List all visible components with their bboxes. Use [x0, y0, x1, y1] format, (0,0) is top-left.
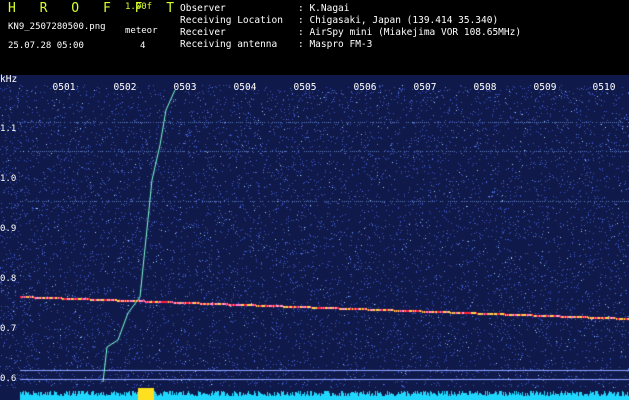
meta-value: : Maspro FM-3 [298, 39, 373, 50]
meta-key: Receiving Location [180, 15, 283, 26]
y-tick: 1.1 [0, 124, 17, 134]
x-tick: 0503 [173, 82, 197, 93]
y-tick: 0.9 [0, 224, 17, 234]
meta-key: Observer [180, 3, 226, 14]
meta-antenna: Receiving antenna : Maspro FM-3 [180, 40, 372, 50]
spectrogram [0, 75, 629, 400]
meta-location: Receiving Location : Chigasaki, Japan (13… [180, 16, 498, 26]
y-tick: 0.8 [0, 274, 17, 284]
x-tick: 0504 [233, 82, 257, 93]
y-tick: 0.7 [0, 324, 17, 334]
x-tick: 0508 [473, 82, 497, 93]
y-unit-label: kHz [0, 74, 18, 85]
meta-value: : AirSpy mini (Miakejima VOR 108.65MHz) [298, 27, 522, 38]
x-tick: 0509 [533, 82, 557, 93]
app-logo: H R O F F T [8, 1, 183, 16]
x-tick: 0506 [353, 82, 377, 93]
meteor-count: 4 [140, 41, 146, 51]
meta-key: Receiving antenna [180, 39, 278, 50]
x-tick: 0510 [592, 82, 616, 93]
y-tick: 1.0 [0, 174, 17, 184]
meta-value: : Chigasaki, Japan (139.414 35.340) [298, 15, 499, 26]
meta-value: : K.Nagai [298, 3, 350, 14]
meteor-label: meteor [125, 26, 158, 36]
y-tick: 0.6 [0, 374, 17, 384]
x-tick: 0507 [413, 82, 437, 93]
x-tick: 0505 [293, 82, 317, 93]
datetime: 25.07.28 05:00 [8, 41, 84, 51]
x-tick: 0502 [113, 82, 137, 93]
meta-observer: Observer : K.Nagai [180, 4, 349, 14]
app-version: 1.00f [125, 2, 153, 12]
file-name: KN9_2507280500.png [8, 22, 106, 32]
x-tick: 0501 [52, 82, 76, 93]
meta-receiver: Receiver : AirSpy mini (Miakejima VOR 108… [180, 28, 521, 38]
meta-key: Receiver [180, 27, 226, 38]
